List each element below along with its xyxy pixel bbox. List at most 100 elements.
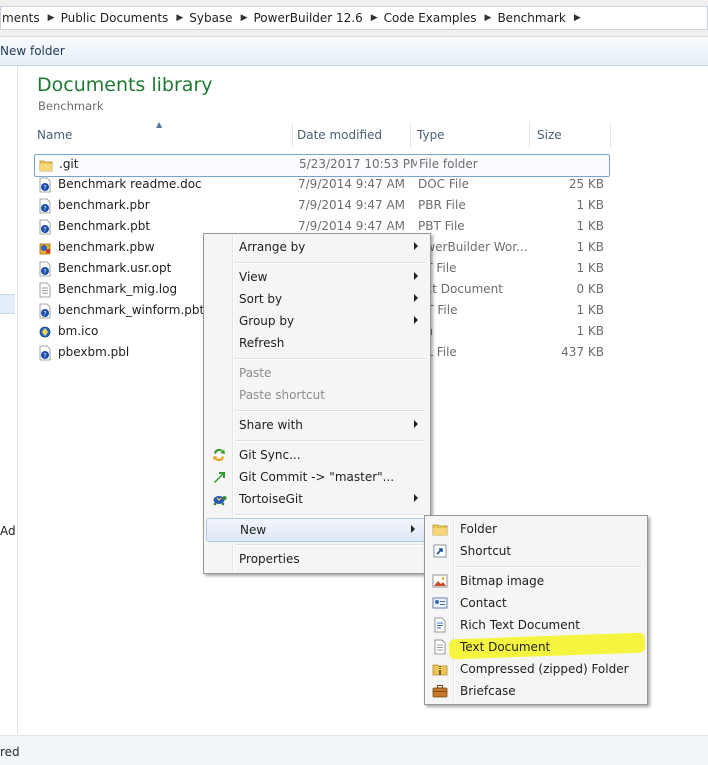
column-header-date[interactable]: Date modified: [293, 122, 411, 148]
new-folder-button[interactable]: New folder: [0, 44, 65, 58]
menu-item-paste-shortcut[interactable]: Paste shortcut: [206, 384, 428, 406]
menu-separator: [456, 566, 642, 568]
file-size: 1 KB: [576, 219, 604, 233]
git-commit-icon: [214, 472, 225, 483]
menu-item-label: Briefcase: [460, 684, 516, 698]
menu-item-share-with[interactable]: Share with: [206, 414, 428, 436]
chevron-right-icon[interactable]: ▶: [485, 13, 492, 23]
menu-item-new-compressed-folder[interactable]: Compressed (zipped) Folder: [427, 658, 645, 680]
menu-separator: [235, 262, 425, 264]
menu-item-arrange-by[interactable]: Arrange by: [206, 236, 428, 258]
nav-item-partial[interactable]: Ad: [0, 524, 16, 538]
menu-separator: [235, 514, 425, 516]
menu-item-new-bitmap[interactable]: Bitmap image: [427, 570, 645, 592]
menu-item-sort-by[interactable]: Sort by: [206, 288, 428, 310]
new-submenu: Folder Shortcut Bitmap image Contact Ric…: [424, 515, 648, 705]
folder-icon: [39, 160, 53, 172]
unknown-file-icon: ?: [39, 261, 51, 277]
powerbuilder-workspace-icon: [39, 243, 51, 255]
shortcut-icon: [433, 544, 447, 558]
column-header-date-label: Date modified: [297, 128, 383, 142]
git-sync-icon: [213, 448, 225, 462]
menu-item-label: Paste shortcut: [239, 388, 325, 402]
submenu-arrow-icon: [414, 494, 418, 502]
menu-item-label: Contact: [460, 596, 507, 610]
column-header-name[interactable]: Name: [34, 122, 293, 148]
menu-item-label: Properties: [239, 552, 300, 566]
svg-text:?: ?: [43, 311, 46, 318]
menu-item-label: Sort by: [239, 292, 283, 306]
command-bar: New folder: [0, 37, 708, 66]
menu-item-group-by[interactable]: Group by: [206, 310, 428, 332]
file-date: 7/9/2014 9:47 AM: [298, 177, 406, 191]
text-file-icon: [39, 282, 51, 298]
menu-item-properties[interactable]: Properties: [206, 548, 428, 570]
breadcrumb-item-documents[interactable]: ments: [2, 11, 40, 25]
navigation-pane[interactable]: Ad: [0, 66, 18, 734]
breadcrumb-item-code-examples[interactable]: Code Examples: [384, 11, 477, 25]
menu-item-label: Share with: [239, 418, 303, 432]
menu-item-label: Arrange by: [239, 240, 306, 254]
address-bar: ments ▶ Public Documents ▶ Sybase ▶ Powe…: [0, 0, 708, 37]
file-row[interactable]: ? benchmark.pbr 7/9/2014 9:47 AM PBR Fil…: [34, 196, 608, 217]
chevron-right-icon[interactable]: ▶: [48, 13, 55, 23]
file-row[interactable]: ? Benchmark readme.doc 7/9/2014 9:47 AM …: [34, 175, 608, 196]
file-size: 1 KB: [576, 261, 604, 275]
chevron-right-icon[interactable]: ▶: [371, 13, 378, 23]
file-date: 5/23/2017 10:53 PM: [299, 157, 417, 171]
breadcrumb-item-public-documents[interactable]: Public Documents: [61, 11, 169, 25]
menu-item-view[interactable]: View: [206, 266, 428, 288]
breadcrumb-item-benchmark[interactable]: Benchmark: [497, 11, 565, 25]
file-size: 0 KB: [576, 282, 604, 296]
column-header-size[interactable]: Size: [530, 122, 611, 148]
status-text: red: [0, 745, 20, 759]
menu-item-label: New: [240, 523, 267, 537]
file-name: .git: [59, 157, 79, 171]
menu-item-new-shortcut[interactable]: Shortcut: [427, 540, 645, 562]
menu-item-new-folder[interactable]: Folder: [427, 518, 645, 540]
menu-item-label: Text Document: [460, 640, 551, 654]
svg-text:?: ?: [43, 227, 46, 234]
status-bar: red: [0, 735, 708, 765]
breadcrumb-item-powerbuilder[interactable]: PowerBuilder 12.6: [253, 11, 362, 25]
column-header-type[interactable]: Type: [411, 122, 530, 148]
menu-item-tortoisegit[interactable]: TortoiseGit: [206, 488, 428, 510]
menu-item-label: Compressed (zipped) Folder: [460, 662, 629, 676]
menu-separator: [235, 410, 425, 412]
context-menu: Arrange by View Sort by Group by Refresh…: [203, 233, 431, 574]
library-subtitle: Benchmark: [38, 99, 104, 113]
menu-item-new[interactable]: New: [206, 518, 426, 542]
file-row[interactable]: .git 5/23/2017 10:53 PM File folder: [34, 154, 610, 177]
menu-item-label: Git Sync...: [239, 448, 301, 462]
menu-item-git-commit[interactable]: Git Commit -> "master"...: [206, 466, 428, 488]
chevron-right-icon[interactable]: ▶: [176, 13, 183, 23]
menu-item-label: Bitmap image: [460, 574, 545, 588]
text-document-icon: [434, 639, 446, 655]
file-size: 25 KB: [568, 177, 604, 191]
file-name: Benchmark readme.doc: [58, 177, 202, 191]
breadcrumb-item-sybase[interactable]: Sybase: [189, 11, 232, 25]
nav-selected-item[interactable]: [0, 294, 15, 314]
menu-item-new-briefcase[interactable]: Briefcase: [427, 680, 645, 702]
menu-separator: [235, 358, 425, 360]
menu-item-label: Paste: [239, 366, 272, 380]
chevron-right-icon[interactable]: ▶: [574, 13, 581, 23]
menu-item-paste[interactable]: Paste: [206, 362, 428, 384]
zip-folder-icon: [432, 664, 448, 676]
file-size: 437 KB: [561, 345, 604, 359]
menu-item-refresh[interactable]: Refresh: [206, 332, 428, 354]
chevron-right-icon[interactable]: ▶: [241, 13, 248, 23]
breadcrumb[interactable]: ments ▶ Public Documents ▶ Sybase ▶ Powe…: [0, 6, 708, 30]
menu-item-new-contact[interactable]: Contact: [427, 592, 645, 614]
menu-item-label: Git Commit -> "master"...: [239, 470, 395, 484]
file-size: 1 KB: [576, 303, 604, 317]
column-header-size-label: Size: [537, 128, 562, 142]
menu-item-new-text-document[interactable]: Text Document: [427, 636, 645, 658]
menu-separator: [235, 440, 425, 442]
svg-text:?: ?: [43, 269, 46, 276]
file-size: 1 KB: [576, 240, 604, 254]
file-date: 7/9/2014 9:47 AM: [298, 219, 406, 233]
menu-item-label: Shortcut: [460, 544, 512, 558]
menu-item-git-sync[interactable]: Git Sync...: [206, 444, 428, 466]
svg-text:?: ?: [43, 353, 46, 360]
